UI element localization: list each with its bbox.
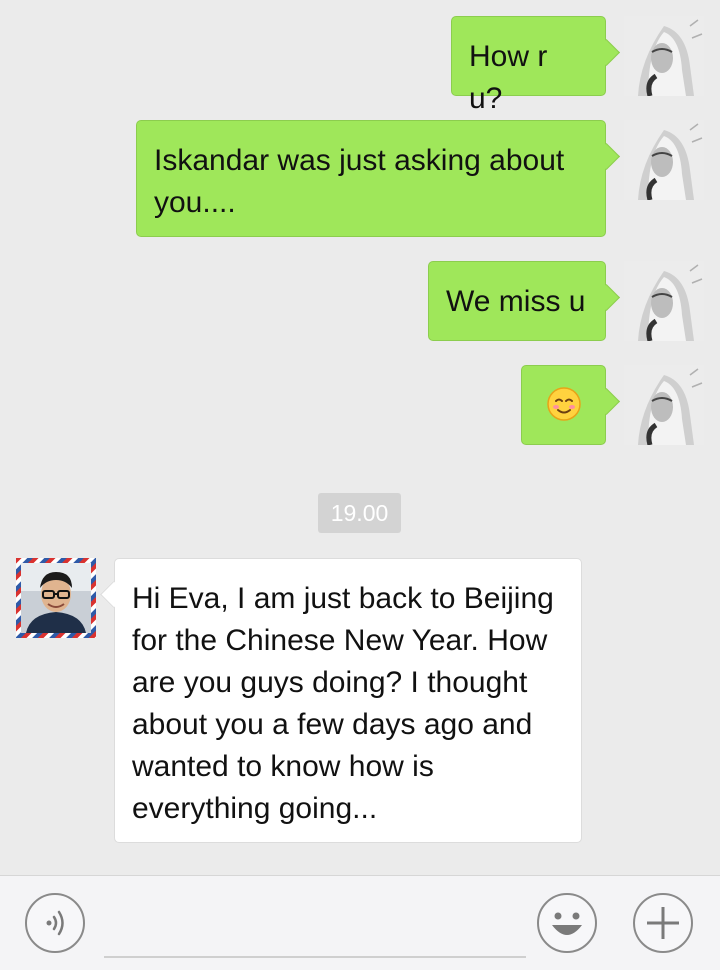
message-input[interactable] (104, 888, 526, 958)
emoji-icon (552, 912, 582, 935)
voice-icon (46, 910, 64, 936)
message-text: Iskandar was just asking about you.... (154, 144, 565, 219)
message-text: Hi Eva, I am just back to Beijing for th… (132, 582, 554, 825)
more-options-button[interactable] (633, 893, 693, 953)
outgoing-message: How r u? (451, 16, 704, 115)
message-timestamp: 19.00 (318, 493, 401, 533)
message-bubble[interactable]: Iskandar was just asking about you.... (136, 120, 606, 237)
outgoing-message: Iskandar was just asking about you.... (136, 120, 704, 237)
chat-input-bar (0, 875, 720, 970)
message-bubble[interactable] (521, 365, 606, 445)
avatar-self[interactable] (624, 120, 704, 200)
avatar-self-image (624, 365, 704, 445)
smiling-blush-emoji-icon (547, 387, 581, 421)
message-bubble[interactable]: How r u? (451, 16, 606, 115)
outgoing-message: We miss u (428, 261, 704, 341)
avatar-self-image (624, 16, 704, 96)
message-text: How r u? (469, 40, 548, 115)
emoji-button[interactable] (537, 893, 597, 953)
avatar-self[interactable] (624, 365, 704, 445)
message-bubble[interactable]: We miss u (428, 261, 606, 341)
avatar-self[interactable] (624, 261, 704, 341)
avatar-contact[interactable] (16, 558, 96, 638)
message-text: We miss u (446, 285, 586, 318)
incoming-message: Hi Eva, I am just back to Beijing for th… (16, 558, 582, 843)
avatar-contact-image (16, 558, 96, 638)
avatar-self[interactable] (624, 16, 704, 96)
message-bubble[interactable]: Hi Eva, I am just back to Beijing for th… (114, 558, 582, 843)
outgoing-message (521, 365, 704, 445)
avatar-self-image (624, 261, 704, 341)
plus-icon (647, 907, 679, 939)
voice-input-button[interactable] (25, 893, 85, 953)
avatar-self-image (624, 120, 704, 200)
